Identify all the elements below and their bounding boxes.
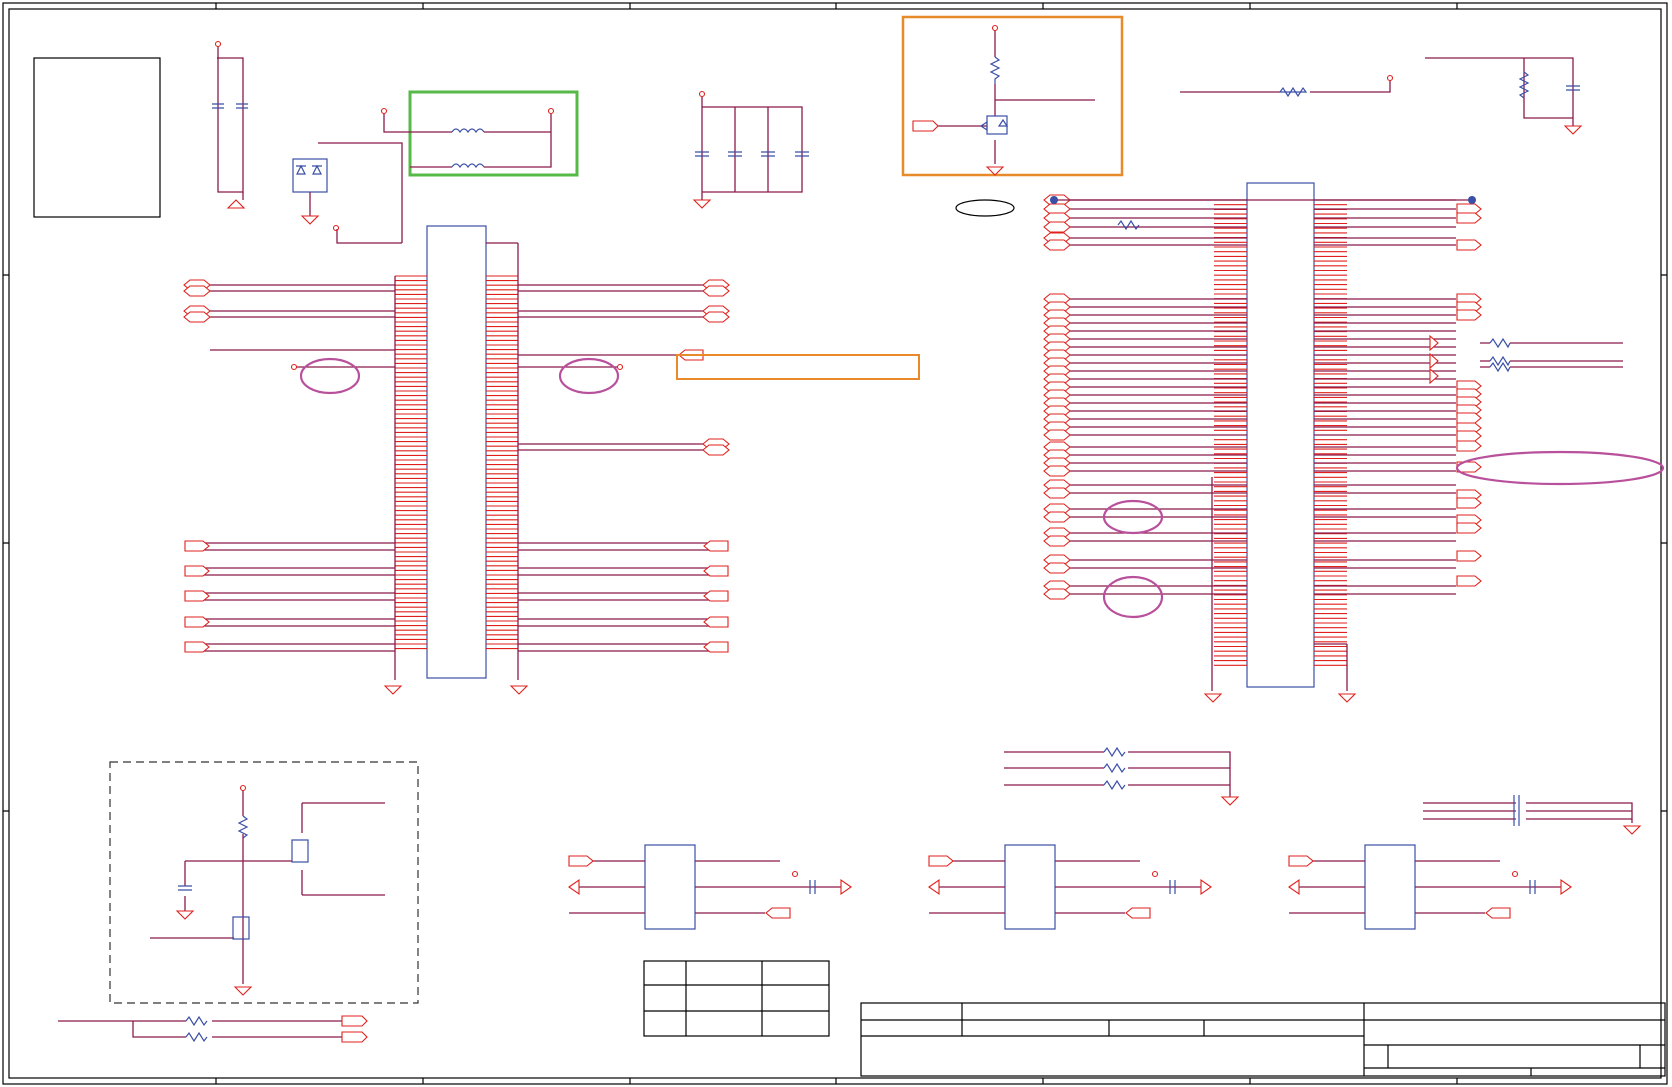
net-port xyxy=(1043,429,1071,441)
buffer-ic-body xyxy=(1004,844,1056,930)
net-port xyxy=(702,285,730,297)
test-point xyxy=(791,870,799,878)
net-port xyxy=(1043,465,1071,477)
decoupling-caps-middle xyxy=(692,90,809,209)
reset-circuit xyxy=(901,15,1124,177)
net-port xyxy=(928,878,940,896)
net-port xyxy=(1456,550,1482,562)
net-port xyxy=(703,616,729,628)
net-port xyxy=(183,311,211,323)
notes-box xyxy=(33,57,161,218)
power-switch-block xyxy=(109,761,419,1004)
net-port xyxy=(1456,575,1482,587)
net-port xyxy=(1043,221,1071,233)
net-port xyxy=(703,590,729,602)
net-port xyxy=(1043,239,1071,251)
net-port xyxy=(184,641,210,653)
top-right-rc xyxy=(1425,57,1583,135)
net-port xyxy=(1456,309,1482,321)
net-port xyxy=(703,540,729,552)
connector-grounds xyxy=(383,685,1357,703)
net-port xyxy=(703,565,729,577)
test-point xyxy=(1511,870,1519,878)
coupling-caps-right xyxy=(1423,795,1642,835)
net-port xyxy=(1456,412,1482,424)
net-port xyxy=(1043,511,1071,523)
revision-table xyxy=(643,960,830,1037)
net-port xyxy=(928,855,954,867)
buffer-wires xyxy=(1289,860,1570,914)
net-port xyxy=(1456,522,1482,534)
net-port xyxy=(703,641,729,653)
net-port xyxy=(568,878,580,896)
net-port xyxy=(1125,907,1151,919)
right-pull-resistors xyxy=(1429,334,1623,385)
net-port xyxy=(1456,440,1482,452)
test-point xyxy=(616,363,624,371)
net-port xyxy=(840,878,852,896)
buffer-ic-body xyxy=(644,844,696,930)
schematic-canvas xyxy=(2,2,1668,1085)
net-port xyxy=(1456,212,1482,224)
net-port xyxy=(1043,535,1071,547)
net-port xyxy=(1456,497,1482,509)
bottom-left-resistors xyxy=(58,1015,368,1043)
right-connector xyxy=(1043,182,1482,691)
net-port xyxy=(1288,878,1300,896)
left-connector xyxy=(183,225,730,680)
net-port xyxy=(184,540,210,552)
net-port xyxy=(765,907,791,919)
net-port xyxy=(1200,878,1212,896)
signal-wire xyxy=(210,349,703,356)
common-mode-choke xyxy=(380,90,579,177)
series-resistor xyxy=(1117,219,1140,231)
net-port xyxy=(184,616,210,628)
net-port xyxy=(702,444,730,456)
series-resistors-middle xyxy=(1004,746,1240,806)
net-port xyxy=(184,590,210,602)
buffer-ics xyxy=(568,844,1572,930)
net-port xyxy=(183,285,211,297)
buffer-wires xyxy=(929,860,1210,914)
test-point xyxy=(290,363,298,371)
net-port xyxy=(1043,562,1071,574)
net-port xyxy=(1560,878,1572,896)
net-port xyxy=(568,855,594,867)
net-port xyxy=(1456,239,1482,251)
net-port xyxy=(1043,588,1071,600)
net-port xyxy=(1485,907,1511,919)
title-block xyxy=(860,1002,1666,1077)
net-port xyxy=(184,565,210,577)
esd-diode xyxy=(292,142,403,244)
net-port xyxy=(1456,430,1482,442)
buffer-wires xyxy=(569,860,850,914)
net-port xyxy=(702,311,730,323)
decoupling-caps-left xyxy=(212,40,248,209)
annotation-ellipse xyxy=(955,199,1015,217)
net-port xyxy=(1288,855,1314,867)
test-point xyxy=(1151,870,1159,878)
top-right-resistor xyxy=(1180,74,1394,98)
net-port xyxy=(1043,487,1071,499)
buffer-ic-body xyxy=(1364,844,1416,930)
